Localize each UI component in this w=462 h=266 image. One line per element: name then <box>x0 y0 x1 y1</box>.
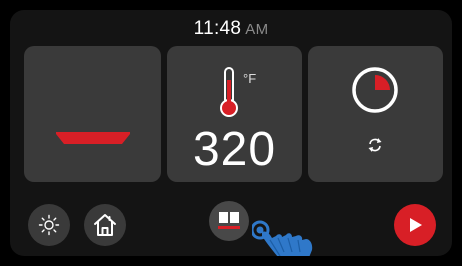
clock-time: 11:48 <box>193 18 242 39</box>
brightness-icon <box>38 214 60 236</box>
repeat-icon <box>368 138 382 152</box>
start-button[interactable] <box>394 204 436 246</box>
home-icon <box>94 214 116 236</box>
timer-card[interactable] <box>308 46 443 182</box>
recipes-button[interactable] <box>209 201 249 241</box>
recipe-book-icon <box>218 212 240 229</box>
pan-card[interactable] <box>24 46 161 182</box>
timer-dial-icon <box>352 67 398 113</box>
play-icon <box>410 218 422 232</box>
temperature-value: 320 <box>192 123 277 176</box>
oven-screen: 11:48 AM °F 320 <box>10 10 452 256</box>
thermometer-icon <box>220 67 238 117</box>
temperature-unit: °F <box>243 71 257 86</box>
tap-hand-icon <box>252 220 313 256</box>
pan-icon <box>56 132 130 144</box>
temperature-card[interactable]: °F 320 <box>167 46 302 182</box>
home-button[interactable] <box>84 204 126 246</box>
brightness-button[interactable] <box>28 204 70 246</box>
clock-ampm: AM <box>245 21 269 38</box>
clock: 11:48 AM <box>10 18 452 40</box>
